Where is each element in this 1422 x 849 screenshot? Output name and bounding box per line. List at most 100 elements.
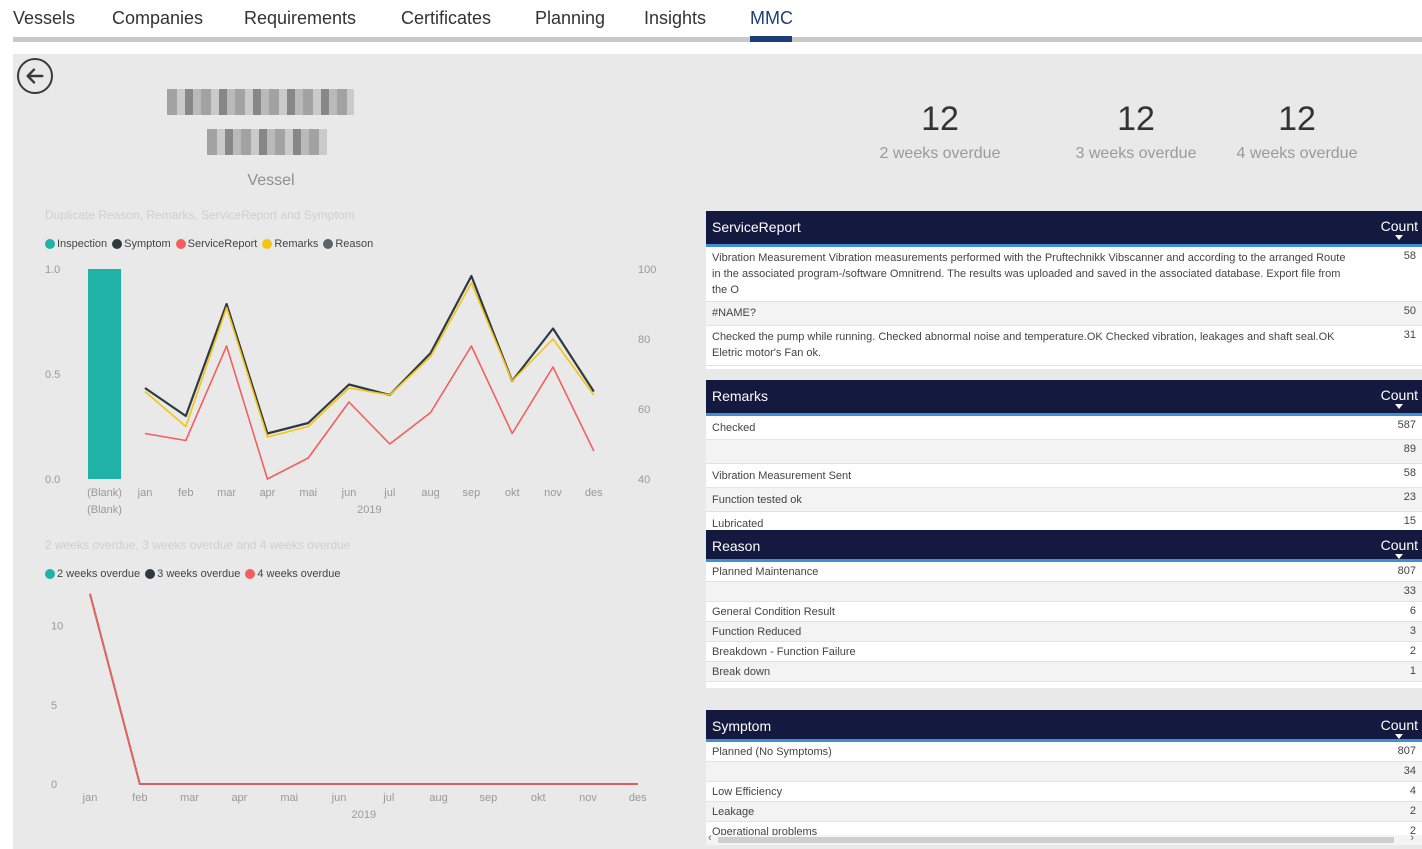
legend-item-remarks[interactable]: Remarks xyxy=(262,238,318,250)
x-tick-label: apr xyxy=(231,792,247,804)
top-nav: Vessels Companies Requirements Certifica… xyxy=(0,0,1422,42)
row-text: Function tested ok xyxy=(712,494,802,506)
x-tick-label: mar xyxy=(217,487,236,499)
table-row[interactable]: Planned (No Symptoms) 807 xyxy=(706,742,1422,762)
series-line-3-weeks-overdue xyxy=(89,593,638,785)
tab-bar-track xyxy=(13,37,1422,42)
scrollbar-thumb[interactable] xyxy=(718,837,1394,843)
legend-label: 3 weeks overdue xyxy=(157,568,241,580)
table-row[interactable]: Break down 1 xyxy=(706,662,1422,682)
horizontal-scrollbar[interactable]: ‹ › xyxy=(706,832,1422,845)
symptom-table: Symptom Count Planned (No Symptoms) 807 3… xyxy=(706,710,1422,845)
table-row[interactable]: Breakdown - Function Failure 2 xyxy=(706,642,1422,662)
table-row[interactable]: 89 xyxy=(706,440,1422,464)
legend-label: Inspection xyxy=(57,238,108,250)
scroll-right-icon[interactable]: › xyxy=(1410,832,1414,844)
header-remarks[interactable]: Remarks xyxy=(712,388,768,404)
table-row[interactable]: 34 xyxy=(706,762,1422,782)
x-tick-label: sep xyxy=(480,792,498,804)
header-symptom[interactable]: Symptom xyxy=(712,718,771,734)
row-count: 1 xyxy=(1409,665,1416,677)
legend-item-3-weeks-overdue[interactable]: 3 weeks overdue xyxy=(145,568,240,580)
x-tick-label: nov xyxy=(544,487,562,499)
header-reason[interactable]: Reason xyxy=(712,538,760,554)
table-row[interactable]: Leakage 2 xyxy=(706,802,1422,822)
table-body: Vibration Measurement Vibration measurem… xyxy=(706,247,1422,366)
sort-desc-icon xyxy=(1395,235,1404,240)
table-header: Remarks Count xyxy=(706,380,1422,416)
tab-requirements[interactable]: Requirements xyxy=(244,8,356,29)
table-row[interactable]: 33 xyxy=(706,582,1422,602)
table-header: Symptom Count xyxy=(706,710,1422,742)
legend-item-2-weeks-overdue[interactable]: 2 weeks overdue xyxy=(45,568,140,580)
count-header-label: Count xyxy=(1380,218,1418,234)
x-group-label: 2019 xyxy=(352,809,376,821)
row-count: 23 xyxy=(1403,491,1416,503)
table-row[interactable]: #NAME? 50 xyxy=(706,302,1422,326)
header-count-sort[interactable]: Count xyxy=(1381,387,1418,409)
legend-item-inspection[interactable]: Inspection xyxy=(45,238,107,250)
legend-item-4-weeks-overdue[interactable]: 4 weeks overdue xyxy=(245,568,341,580)
legend-dot-icon xyxy=(145,569,156,579)
legend-item-servicereport[interactable]: ServiceReport xyxy=(175,238,258,250)
table-row[interactable]: Lubricated 15 xyxy=(706,512,1422,532)
series-line-remarks xyxy=(144,282,595,438)
x-tick-label: jul xyxy=(383,487,395,499)
sort-desc-icon xyxy=(1395,734,1404,739)
table-header: Reason Count xyxy=(706,530,1422,562)
table-row[interactable]: Planned Maintenance 807 xyxy=(706,562,1422,582)
table-row[interactable]: Function tested ok 23 xyxy=(706,488,1422,512)
row-text: Break down xyxy=(712,666,771,678)
legend-label: ServiceReport xyxy=(187,238,258,250)
x-tick-label: mar xyxy=(180,792,199,804)
table-row[interactable]: Checked 587 xyxy=(706,416,1422,440)
x-tick-label: mai xyxy=(280,792,298,804)
series-line-2-weeks-overdue xyxy=(89,593,638,785)
y-left-tick-label: 1.0 xyxy=(45,264,60,276)
row-count: 89 xyxy=(1403,443,1416,455)
header-count-sort[interactable]: Count xyxy=(1381,218,1418,240)
kpi-label: 4 weeks overdue xyxy=(1236,145,1358,162)
table-row[interactable]: Function Reduced 3 xyxy=(706,622,1422,642)
tab-certificates[interactable]: Certificates xyxy=(401,8,491,29)
tab-companies[interactable]: Companies xyxy=(112,8,203,29)
table-row[interactable]: Vibration Measurement Vibration measurem… xyxy=(706,247,1422,302)
row-count: 3 xyxy=(1409,625,1416,637)
report-canvas: Vessel 12 2 weeks overdue 12 3 weeks ove… xyxy=(13,54,1422,849)
table-row[interactable]: Vibration Measurement Sent 58 xyxy=(706,464,1422,488)
row-count: 31 xyxy=(1403,329,1416,341)
header-count-sort[interactable]: Count xyxy=(1381,717,1418,739)
tab-mmc[interactable]: MMC xyxy=(750,8,793,29)
table-row[interactable]: Checked the pump while running. Checked … xyxy=(706,326,1422,366)
row-count: 15 xyxy=(1403,515,1416,527)
kpi-4-weeks-overdue: 12 4 weeks overdue xyxy=(1212,100,1382,163)
kpi-label: 2 weeks overdue xyxy=(879,145,1001,162)
x-tick-label: (Blank) xyxy=(87,504,122,516)
vessel-label: Vessel xyxy=(247,172,295,189)
redacted-vessel-name-line1 xyxy=(167,89,354,115)
x-tick-label: jun xyxy=(341,487,357,499)
table-row[interactable]: Low Efficiency 4 xyxy=(706,782,1422,802)
legend-item-symptom[interactable]: Symptom xyxy=(112,238,171,250)
legend-item-reason[interactable]: Reason xyxy=(323,238,373,250)
scroll-left-icon[interactable]: ‹ xyxy=(708,832,712,844)
header-count-sort[interactable]: Count xyxy=(1381,537,1418,559)
y-tick-label: 0 xyxy=(51,779,57,791)
legend-dot-icon xyxy=(245,569,256,579)
row-text: Checked xyxy=(712,422,756,434)
kpi-value: 12 xyxy=(1117,100,1155,138)
header-servicereport[interactable]: ServiceReport xyxy=(712,219,801,235)
legend-dot-icon xyxy=(175,239,186,249)
row-count: 2 xyxy=(1409,805,1416,817)
tab-insights[interactable]: Insights xyxy=(644,8,706,29)
sort-desc-icon xyxy=(1395,404,1404,409)
table-body: Checked 587 89 Vibration Measurement Sent… xyxy=(706,416,1422,532)
tab-vessels[interactable]: Vessels xyxy=(13,8,75,29)
remarks-table: Remarks Count Checked 587 89 Vibration Me… xyxy=(706,380,1422,532)
back-button[interactable] xyxy=(17,58,53,94)
x-tick-label: sep xyxy=(463,487,481,499)
tab-planning[interactable]: Planning xyxy=(535,8,605,29)
kpi-value: 12 xyxy=(1278,100,1316,138)
y-left-tick-label: 0.5 xyxy=(45,369,60,381)
table-row[interactable]: General Condition Result 6 xyxy=(706,602,1422,622)
